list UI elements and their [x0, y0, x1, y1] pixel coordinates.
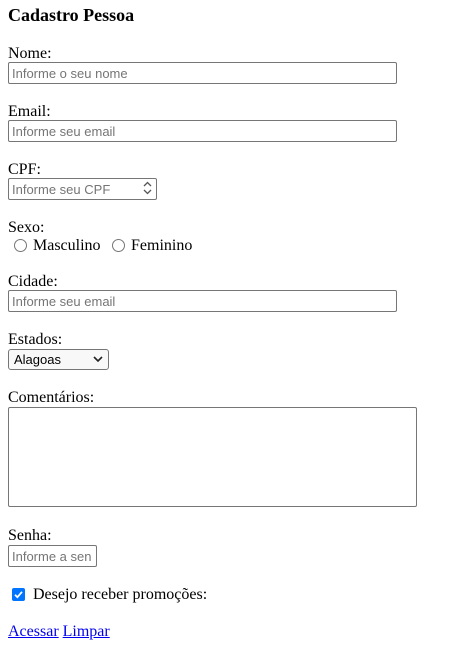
promocoes-label: Desejo receber promoções: — [33, 586, 208, 603]
promocoes-checkbox[interactable] — [12, 588, 25, 601]
chevron-down-icon — [93, 353, 103, 365]
acessar-link[interactable]: Acessar — [8, 623, 59, 640]
actions: Acessar Limpar — [8, 623, 110, 641]
cpf-input[interactable] — [8, 178, 157, 200]
spinner-icon[interactable] — [142, 180, 153, 196]
email-input[interactable] — [8, 120, 397, 142]
comentarios-textarea[interactable] — [8, 407, 417, 507]
email-label: Email: — [8, 103, 51, 120]
nome-label: Nome: — [8, 45, 52, 62]
senha-input[interactable] — [8, 545, 97, 567]
radio-feminino[interactable] — [112, 239, 125, 252]
estados-label: Estados: — [8, 331, 63, 348]
comentarios-label: Comentários: — [8, 389, 95, 406]
cidade-input[interactable] — [8, 290, 397, 312]
page-title: Cadastro Pessoa — [8, 5, 135, 25]
sexo-label: Sexo: — [8, 219, 45, 236]
check-icon — [14, 591, 23, 599]
cidade-label: Cidade: — [8, 273, 58, 290]
cpf-field — [8, 178, 157, 200]
radio-feminino-label: Feminino — [131, 237, 193, 254]
estados-select[interactable]: Alagoas — [8, 349, 109, 370]
senha-label: Senha: — [8, 527, 52, 544]
cpf-label: CPF: — [8, 161, 41, 178]
estados-selected-value: Alagoas — [14, 352, 61, 367]
radio-masculino[interactable] — [14, 239, 27, 252]
nome-input[interactable] — [8, 62, 397, 84]
limpar-link[interactable]: Limpar — [63, 623, 110, 640]
radio-masculino-label: Masculino — [33, 237, 101, 254]
